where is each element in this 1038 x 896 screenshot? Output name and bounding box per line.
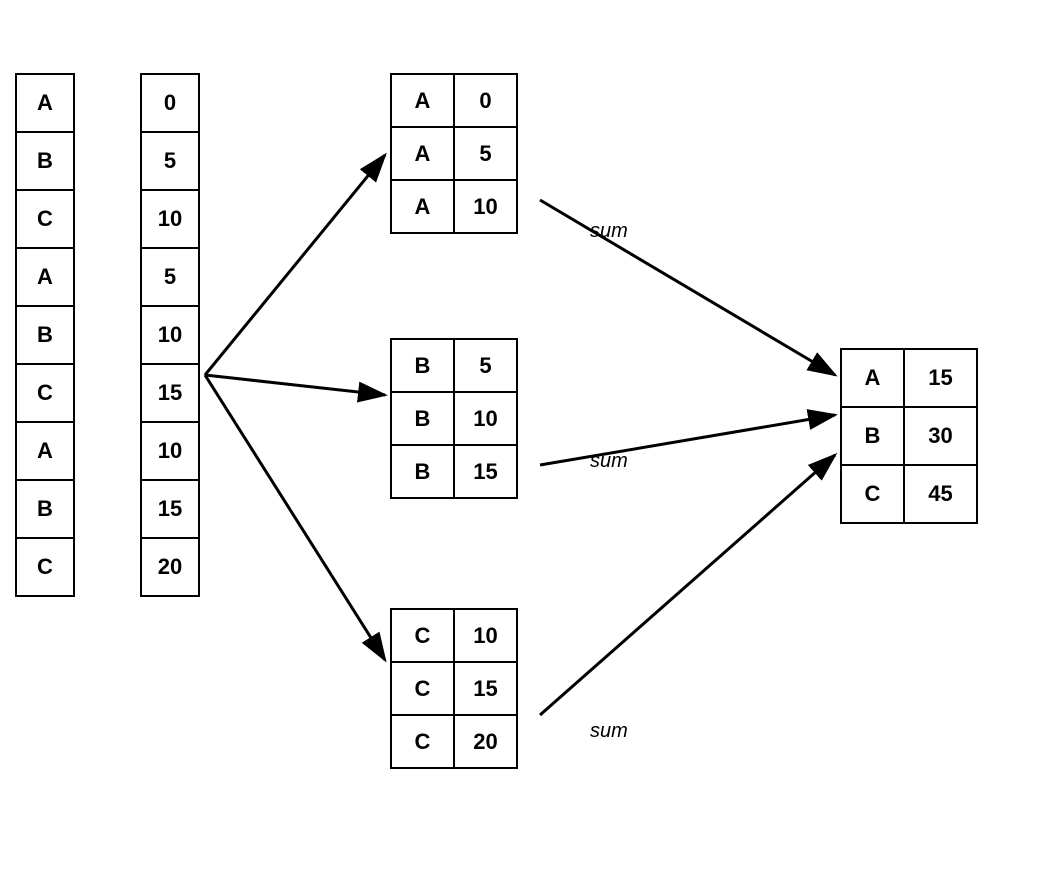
key-cell-7: B xyxy=(15,479,75,539)
result-cell-0-1: 15 xyxy=(903,348,978,408)
result-cell-1-1: 30 xyxy=(903,406,978,466)
result-row-1: B30 xyxy=(840,408,978,466)
split-c-cell-0-1: 10 xyxy=(453,608,518,663)
sum-label-a: sum xyxy=(590,220,628,243)
data-cell-0: 0 xyxy=(140,73,200,133)
split-a-cell-2-1: 10 xyxy=(453,179,518,234)
split-b-row-2: B15 xyxy=(390,446,518,499)
sum-label-c: sum xyxy=(590,720,628,743)
data-cell-3: 5 xyxy=(140,247,200,307)
split-a-row-2: A10 xyxy=(390,181,518,234)
split-c-cell-1-1: 15 xyxy=(453,661,518,716)
split-table-c: C10C15C20 xyxy=(390,610,518,769)
split-a-cell-1-1: 5 xyxy=(453,126,518,181)
split-c-cell-2-1: 20 xyxy=(453,714,518,769)
split-a-cell-1-0: A xyxy=(390,126,455,181)
data-cell-5: 15 xyxy=(140,363,200,423)
result-cell-1-0: B xyxy=(840,406,905,466)
split-b-cell-2-1: 15 xyxy=(453,444,518,499)
key-cell-2: C xyxy=(15,189,75,249)
split-b-row-0: B5 xyxy=(390,340,518,393)
key-cell-5: C xyxy=(15,363,75,423)
split-a-row-1: A5 xyxy=(390,128,518,181)
split-c-cell-0-0: C xyxy=(390,608,455,663)
split-c-row-0: C10 xyxy=(390,610,518,663)
key-cell-1: B xyxy=(15,131,75,191)
key-cell-0: A xyxy=(15,73,75,133)
data-table: 051051015101520 xyxy=(140,75,200,597)
split-a-row-0: A0 xyxy=(390,75,518,128)
result-cell-2-1: 45 xyxy=(903,464,978,524)
sum-label-b: sum xyxy=(590,450,628,473)
data-cell-7: 15 xyxy=(140,479,200,539)
split-b-cell-1-1: 10 xyxy=(453,391,518,446)
split-c-cell-1-0: C xyxy=(390,661,455,716)
data-cell-8: 20 xyxy=(140,537,200,597)
split-a-cell-2-0: A xyxy=(390,179,455,234)
result-table: A15B30C45 xyxy=(840,350,978,524)
split-b-cell-1-0: B xyxy=(390,391,455,446)
key-cell-3: A xyxy=(15,247,75,307)
split-c-row-1: C15 xyxy=(390,663,518,716)
data-cell-1: 5 xyxy=(140,131,200,191)
key-table: ABCABCABC xyxy=(15,75,75,597)
split-table-b: B5B10B15 xyxy=(390,340,518,499)
result-cell-2-0: C xyxy=(840,464,905,524)
split-b-row-1: B10 xyxy=(390,393,518,446)
key-cell-4: B xyxy=(15,305,75,365)
split-table-a: A0A5A10 xyxy=(390,75,518,234)
result-cell-0-0: A xyxy=(840,348,905,408)
key-cell-8: C xyxy=(15,537,75,597)
split-b-cell-2-0: B xyxy=(390,444,455,499)
data-cell-2: 10 xyxy=(140,189,200,249)
key-cell-6: A xyxy=(15,421,75,481)
result-row-2: C45 xyxy=(840,466,978,524)
split-b-cell-0-0: B xyxy=(390,338,455,393)
split-c-row-2: C20 xyxy=(390,716,518,769)
diagram-container: ABCABCABC 051051015101520 A0A5A10 B5B10B… xyxy=(0,0,1038,896)
split-a-cell-0-0: A xyxy=(390,73,455,128)
split-b-cell-0-1: 5 xyxy=(453,338,518,393)
data-cell-6: 10 xyxy=(140,421,200,481)
result-row-0: A15 xyxy=(840,350,978,408)
split-c-cell-2-0: C xyxy=(390,714,455,769)
data-cell-4: 10 xyxy=(140,305,200,365)
split-a-cell-0-1: 0 xyxy=(453,73,518,128)
